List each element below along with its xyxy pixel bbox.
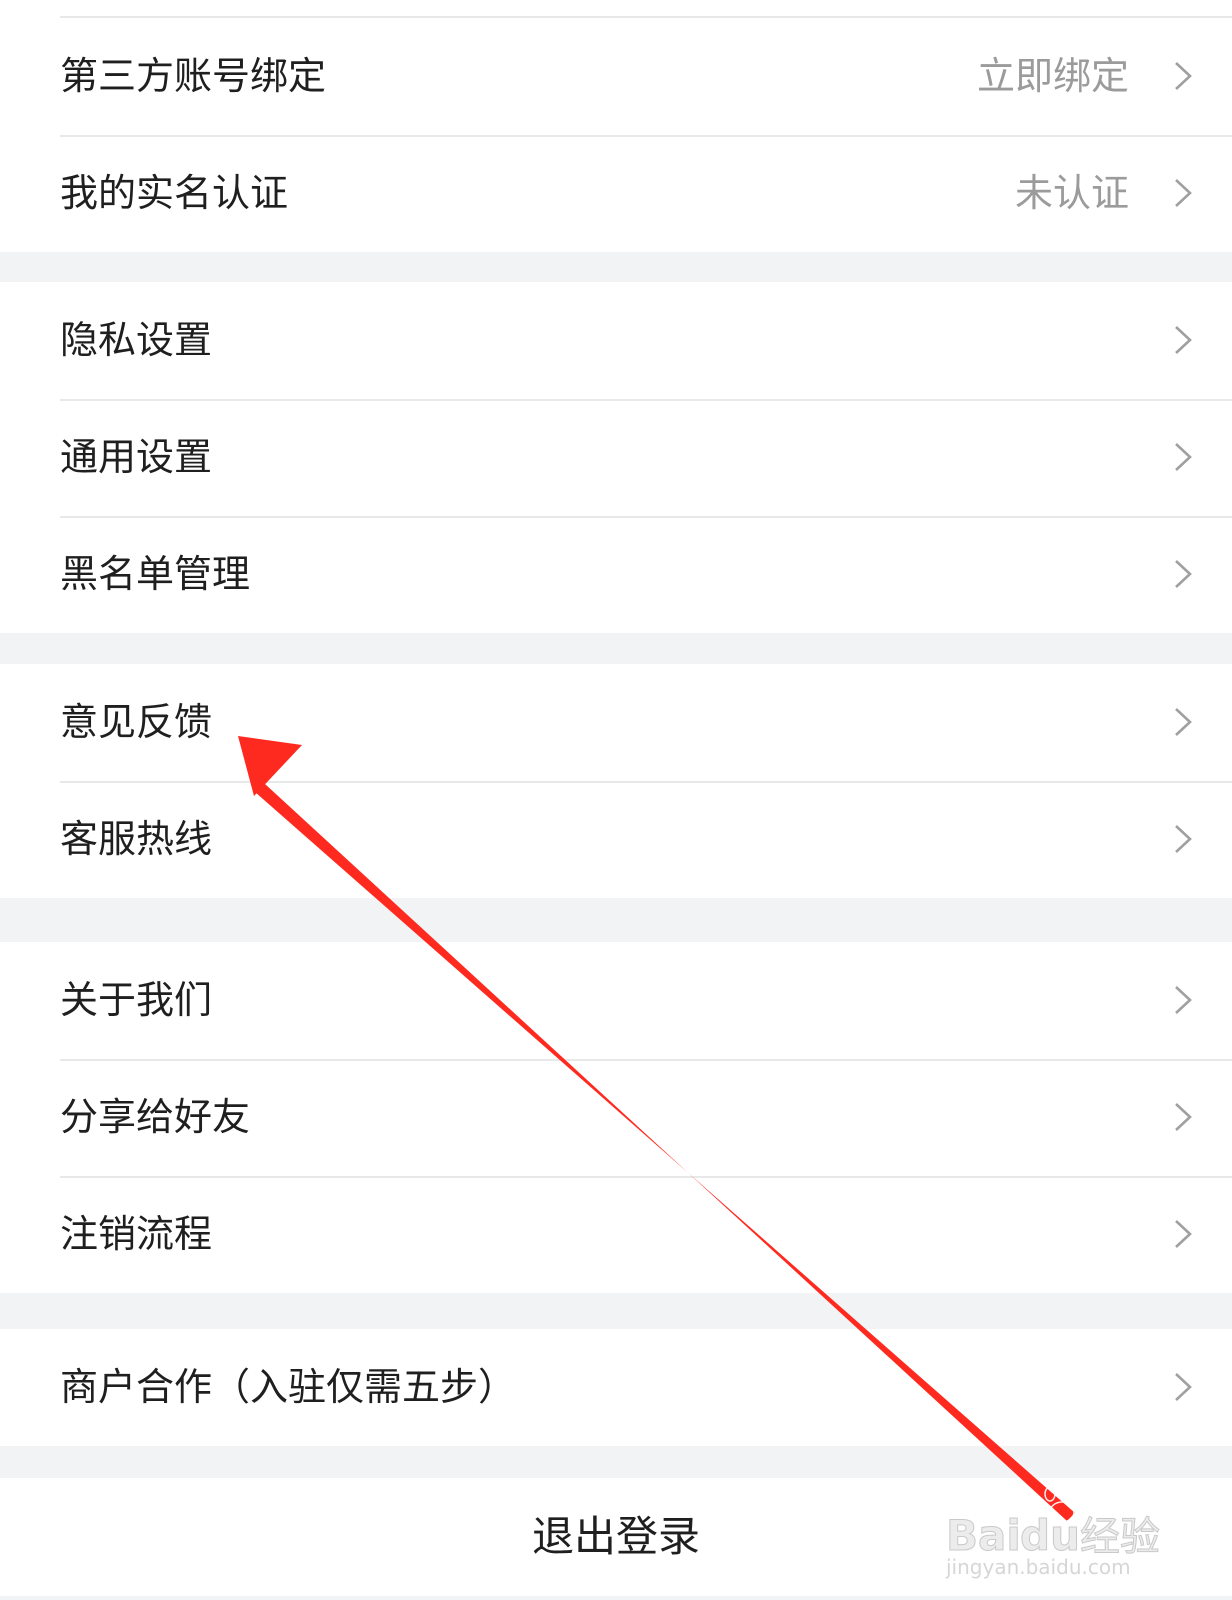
- row-label: 我的实名认证: [60, 171, 289, 215]
- chevron-right-icon: [1175, 1220, 1192, 1248]
- logout-button[interactable]: 退出登录: [0, 1478, 1232, 1596]
- chevron-right-icon: [1175, 560, 1192, 588]
- row-label: 第三方账号绑定: [60, 54, 327, 98]
- row-blacklist-management[interactable]: 黑名单管理: [0, 516, 1232, 633]
- row-label: 商户合作（入驻仅需五步）: [60, 1365, 517, 1409]
- settings-group-about: 关于我们 分享给好友 注销流程: [0, 942, 1232, 1293]
- row-general-settings[interactable]: 通用设置: [0, 399, 1232, 516]
- row-third-party-binding[interactable]: 第三方账号绑定 立即绑定: [0, 18, 1232, 135]
- settings-group-support: 意见反馈 客服热线: [0, 664, 1232, 898]
- row-feedback[interactable]: 意见反馈: [0, 664, 1232, 781]
- row-account-cancellation[interactable]: 注销流程: [0, 1176, 1232, 1293]
- row-label: 分享给好友: [60, 1095, 251, 1139]
- row-label: 注销流程: [60, 1212, 213, 1256]
- chevron-right-icon: [1175, 62, 1192, 90]
- row-privacy-settings[interactable]: 隐私设置: [0, 282, 1232, 399]
- row-real-name-verification[interactable]: 我的实名认证 未认证: [0, 135, 1232, 252]
- chevron-right-icon: [1175, 708, 1192, 736]
- row-label: 黑名单管理: [60, 552, 251, 596]
- row-about-us[interactable]: 关于我们: [0, 942, 1232, 1059]
- chevron-right-icon: [1175, 986, 1192, 1014]
- row-value: 立即绑定: [976, 54, 1129, 98]
- chevron-right-icon: [1175, 179, 1192, 207]
- chevron-right-icon: [1175, 1373, 1192, 1401]
- top-partial-row: [0, 0, 1232, 18]
- row-label: 通用设置: [60, 435, 213, 479]
- logout-label: 退出登录: [531, 1512, 700, 1561]
- settings-group-account: 第三方账号绑定 立即绑定 我的实名认证 未认证: [0, 18, 1232, 252]
- row-value: 未认证: [1014, 171, 1129, 215]
- row-label: 客服热线: [60, 817, 213, 861]
- row-customer-hotline[interactable]: 客服热线: [0, 781, 1232, 898]
- chevron-right-icon: [1175, 443, 1192, 471]
- row-share-to-friends[interactable]: 分享给好友: [0, 1059, 1232, 1176]
- settings-group-business: 商户合作（入驻仅需五步）: [0, 1329, 1232, 1446]
- row-label: 意见反馈: [60, 700, 213, 744]
- row-merchant-cooperation[interactable]: 商户合作（入驻仅需五步）: [0, 1329, 1232, 1446]
- row-label: 关于我们: [60, 978, 213, 1022]
- row-label: 隐私设置: [60, 318, 213, 362]
- settings-group-preferences: 隐私设置 通用设置 黑名单管理: [0, 282, 1232, 633]
- chevron-right-icon: [1175, 825, 1192, 853]
- chevron-right-icon: [1175, 326, 1192, 354]
- chevron-right-icon: [1175, 1103, 1192, 1131]
